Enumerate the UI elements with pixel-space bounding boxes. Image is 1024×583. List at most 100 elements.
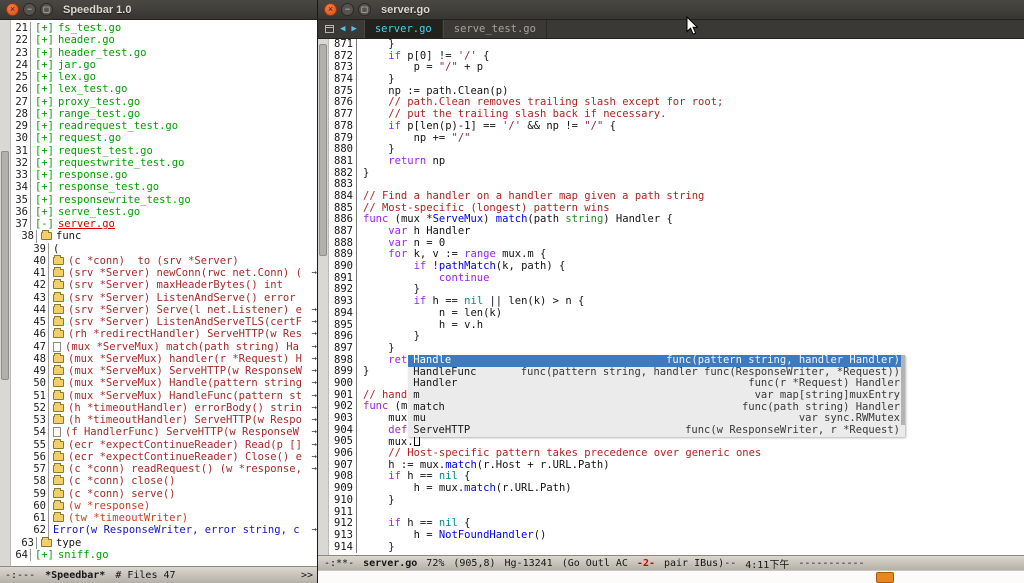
expand-toggle[interactable]: [+] <box>35 194 54 206</box>
expand-toggle[interactable]: [-] <box>35 218 54 230</box>
expand-toggle[interactable]: [+] <box>35 549 54 561</box>
line-number: 887 <box>329 226 357 238</box>
completion-item[interactable]: ServeHTTPfunc(w ResponseWriter, r *Reque… <box>408 425 905 437</box>
speedbar-item-label: fs_test.go <box>58 22 121 34</box>
code-line[interactable]: 895 h = v.h <box>329 320 1024 332</box>
minimize-button[interactable]: − <box>341 3 354 16</box>
speedbar-row[interactable]: 39( <box>11 243 318 255</box>
speedbar-row[interactable]: 32[+]requestwrite_test.go <box>11 157 318 169</box>
speedbar-row[interactable]: 62Error(w ResponseWriter, error string, … <box>11 524 318 536</box>
speedbar-row[interactable]: 28[+]range_test.go <box>11 108 318 120</box>
completion-annotation: var map[string]muxEntry <box>755 390 900 402</box>
code-line[interactable]: 881 return np <box>329 156 1024 168</box>
code-line[interactable]: 909 h = mux.match(r.URL.Path) <box>329 483 1024 495</box>
speedbar-row[interactable]: 55(ecr *expectContinueReader) Read(p []→ <box>11 439 318 451</box>
speedbar-row[interactable]: 36[+]serve_test.go <box>11 206 318 218</box>
code-buffer[interactable]: 871 }872 if p[0] != '/' {873 p = "/" + p… <box>329 39 1024 555</box>
speedbar-row[interactable]: 61(tw *timeoutWriter) <box>11 512 318 524</box>
close-button[interactable]: × <box>6 3 19 16</box>
next-tab-icon[interactable]: ▶ <box>351 25 356 34</box>
speedbar-row[interactable]: 34[+]response_test.go <box>11 181 318 193</box>
speedbar-row[interactable]: 43(srv *Server) ListenAndServe() error <box>11 292 318 304</box>
speedbar-row[interactable]: 51(mux *ServeMux) HandleFunc(pattern st→ <box>11 390 318 402</box>
code-line[interactable]: 891 continue <box>329 273 1024 285</box>
tab-serve_test-go[interactable]: serve_test.go <box>443 20 547 38</box>
speedbar-row[interactable]: 47(mux *ServeMux) match(path string) Ha→ <box>11 341 318 353</box>
speedbar-row[interactable]: 31[+]request_test.go <box>11 145 318 157</box>
expand-toggle[interactable]: [+] <box>35 108 54 120</box>
modeline-scroll-buttons[interactable]: >> <box>301 570 313 581</box>
tab-server-go[interactable]: server.go <box>364 20 443 38</box>
expand-toggle[interactable]: [+] <box>35 71 54 83</box>
code-line[interactable]: 879 np += "/" <box>329 133 1024 145</box>
speedbar-row[interactable]: 38func <box>11 230 318 242</box>
expand-toggle[interactable]: [+] <box>35 181 54 193</box>
speedbar-row[interactable]: 24[+]jar.go <box>11 59 318 71</box>
speedbar-titlebar[interactable]: × − ◻ Speedbar 1.0 <box>0 0 318 20</box>
code-line[interactable]: 896 } <box>329 331 1024 343</box>
editor-titlebar[interactable]: × − ◻ server.go <box>318 0 1024 20</box>
expand-toggle[interactable]: [+] <box>35 83 54 95</box>
expand-toggle[interactable]: [+] <box>35 22 54 34</box>
speedbar-row[interactable]: 56(ecr *expectContinueReader) Close() e→ <box>11 451 318 463</box>
speedbar-row[interactable]: 49(mux *ServeMux) ServeHTTP(w ResponseW→ <box>11 365 318 377</box>
code-line[interactable]: 873 p = "/" + p <box>329 62 1024 74</box>
speedbar-row[interactable]: 37[-]server.go <box>11 218 318 230</box>
speedbar-row[interactable]: 35[+]responsewrite_test.go <box>11 194 318 206</box>
expand-toggle[interactable]: [+] <box>35 132 54 144</box>
code-line[interactable]: 910 } <box>329 495 1024 507</box>
speedbar-row[interactable]: 42(srv *Server) maxHeaderBytes() int <box>11 279 318 291</box>
speedbar-row[interactable]: 41(srv *Server) newConn(rwc net.Conn) (→ <box>11 267 318 279</box>
speedbar-row[interactable]: 63type <box>11 537 318 549</box>
expand-toggle[interactable]: [+] <box>35 145 54 157</box>
speedbar-scrollbar[interactable] <box>0 20 11 566</box>
speedbar-row[interactable]: 54(f HandlerFunc) ServeHTTP(w ResponseW→ <box>11 426 318 438</box>
expand-toggle[interactable]: [+] <box>35 34 54 46</box>
speedbar-row[interactable]: 22[+]header.go <box>11 34 318 46</box>
completion-item[interactable]: mvar map[string]muxEntry <box>408 390 905 402</box>
expand-toggle[interactable]: [+] <box>35 157 54 169</box>
speedbar-row[interactable]: 48(mux *ServeMux) handler(r *Request) H→ <box>11 353 318 365</box>
speedbar-row[interactable]: 27[+]proxy_test.go <box>11 96 318 108</box>
speedbar-file-list: 21[+]fs_test.go22[+]header.go23[+]header… <box>11 20 318 566</box>
code-line[interactable]: 882} <box>329 168 1024 180</box>
speedbar-row[interactable]: 60(w *response) <box>11 500 318 512</box>
speedbar-row[interactable]: 64[+]sniff.go <box>11 549 318 561</box>
expand-toggle[interactable]: [+] <box>35 96 54 108</box>
speedbar-row[interactable]: 50(mux *ServeMux) Handle(pattern string→ <box>11 377 318 389</box>
speedbar-row[interactable]: 29[+]readrequest_test.go <box>11 120 318 132</box>
speedbar-row[interactable]: 52(h *timeoutHandler) errorBody() strin→ <box>11 402 318 414</box>
maximize-button[interactable]: ◻ <box>40 3 53 16</box>
expand-toggle[interactable]: [+] <box>35 206 54 218</box>
speedbar-row[interactable]: 58(c *conn) close() <box>11 475 318 487</box>
speedbar-row[interactable]: 45(srv *Server) ListenAndServeTLS(certF→ <box>11 316 318 328</box>
speedbar-row[interactable]: 46(rh *redirectHandler) ServeHTTP(w Res→ <box>11 328 318 340</box>
speedbar-row[interactable]: 25[+]lex.go <box>11 71 318 83</box>
expand-toggle[interactable]: [+] <box>35 59 54 71</box>
prev-tab-icon[interactable]: ◀ <box>340 25 345 34</box>
speedbar-row[interactable]: 21[+]fs_test.go <box>11 22 318 34</box>
completion-item[interactable]: Handlefunc(pattern string, handler Handl… <box>408 355 905 367</box>
speedbar-row[interactable]: 44(srv *Server) Serve(l net.Listener) e→ <box>11 304 318 316</box>
minimize-button[interactable]: − <box>23 3 36 16</box>
expand-toggle[interactable]: [+] <box>35 120 54 132</box>
popup-scrollbar[interactable] <box>901 355 905 425</box>
window-icon[interactable] <box>325 25 334 33</box>
speedbar-row[interactable]: 59(c *conn) serve() <box>11 488 318 500</box>
speedbar-row[interactable]: 30[+]request.go <box>11 132 318 144</box>
scrollbar-thumb[interactable] <box>319 44 327 256</box>
speedbar-row[interactable]: 33[+]response.go <box>11 169 318 181</box>
speedbar-row[interactable]: 53(h *timeoutHandler) ServeHTTP(w Respo→ <box>11 414 318 426</box>
maximize-button[interactable]: ◻ <box>358 3 371 16</box>
speedbar-row[interactable]: 57(c *conn) readRequest() (w *response,→ <box>11 463 318 475</box>
speedbar-row[interactable]: 40(c *conn) to (srv *Server) <box>11 255 318 267</box>
scrollbar-thumb[interactable] <box>1 151 9 380</box>
code-line[interactable]: 914 } <box>329 542 1024 554</box>
code-line[interactable]: 913 h = NotFoundHandler() <box>329 530 1024 542</box>
close-button[interactable]: × <box>324 3 337 16</box>
editor-scrollbar[interactable] <box>318 39 329 555</box>
speedbar-row[interactable]: 26[+]lex_test.go <box>11 83 318 95</box>
expand-toggle[interactable]: [+] <box>35 169 54 181</box>
expand-toggle[interactable]: [+] <box>35 47 54 59</box>
speedbar-row[interactable]: 23[+]header_test.go <box>11 47 318 59</box>
